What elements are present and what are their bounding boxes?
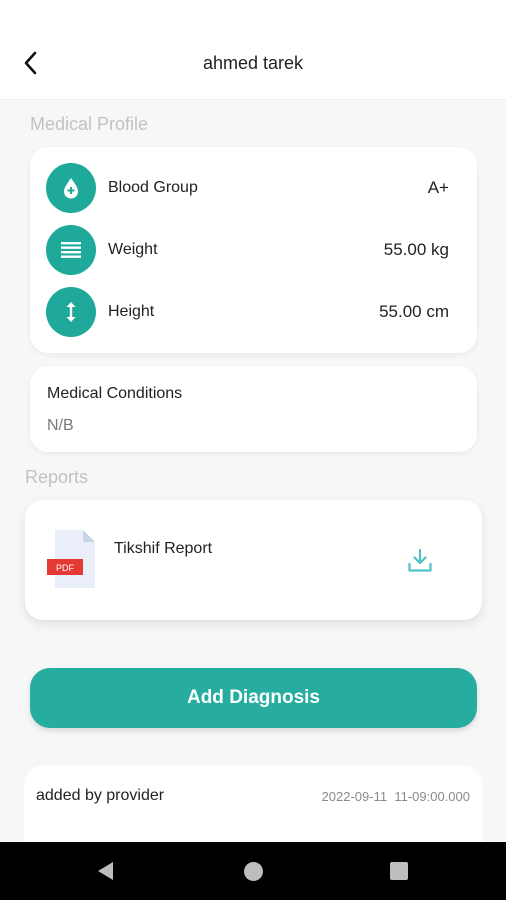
stat-row-blood-group: Blood Group A+ [46, 163, 449, 213]
height-arrows-icon [46, 287, 96, 337]
nav-recent-square-icon[interactable] [390, 862, 408, 880]
medical-profile-card: Blood Group A+ Weight 55.00 kg Height 55… [30, 147, 477, 353]
download-button[interactable] [403, 544, 437, 578]
stat-row-weight: Weight 55.00 kg [46, 225, 449, 275]
pdf-badge-label: PDF [56, 563, 75, 573]
report-name: Tikshif Report [114, 540, 213, 557]
stat-label: Blood Group [108, 179, 198, 196]
stat-row-height: Height 55.00 cm [46, 287, 449, 337]
medical-profile-section-title: Medical Profile [30, 114, 149, 134]
stat-value: 55.00 kg [383, 240, 449, 259]
stat-label: Weight [108, 241, 158, 258]
page-title: ahmed tarek [202, 53, 304, 73]
system-navigation-bar [0, 842, 506, 900]
report-card[interactable]: PDF Tikshif Report [25, 500, 482, 620]
medical-conditions-card: Medical Conditions N/B [30, 366, 477, 452]
medical-conditions-title: Medical Conditions [47, 385, 183, 402]
add-diagnosis-button[interactable]: Add Diagnosis [30, 668, 477, 728]
note-timestamp: 2022-09-11 11-09:00.000 [322, 789, 470, 804]
medical-conditions-value: N/B [47, 417, 74, 434]
stat-value: A+ [427, 178, 449, 197]
app-header: ahmed tarek [0, 0, 506, 100]
reports-section-title: Reports [25, 467, 89, 487]
note-date: 2022-09-11 [321, 789, 388, 804]
nav-home-circle-icon[interactable] [244, 862, 263, 881]
note-author: added by provider [36, 787, 165, 804]
nav-back-triangle-icon [98, 862, 113, 880]
note-time: 11-09:00.000 [394, 789, 470, 804]
weight-lines-icon [46, 225, 96, 275]
stat-value: 55.00 cm [379, 302, 449, 321]
nav-back-button[interactable] [95, 860, 115, 887]
blood-drop-icon [46, 163, 96, 213]
pdf-file-icon: PDF [47, 530, 97, 590]
stat-label: Height [108, 303, 155, 320]
download-icon [408, 548, 432, 572]
